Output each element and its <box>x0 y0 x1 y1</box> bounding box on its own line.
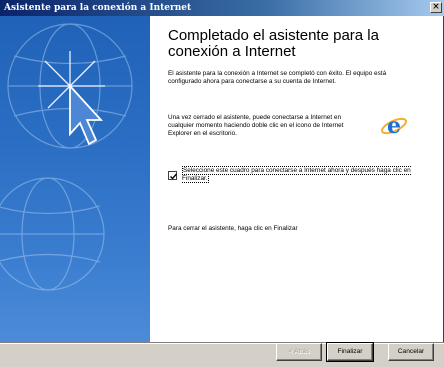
title-bar[interactable]: Asistente para la conexión a Internet × <box>0 0 444 16</box>
connect-now-option[interactable]: Seleccione este cuadro para conectarse a… <box>168 166 436 187</box>
connect-now-checkbox[interactable] <box>168 171 178 180</box>
wizard-graphic <box>0 23 133 291</box>
cursor-arrow-graphic <box>69 83 104 146</box>
connect-now-label-text[interactable]: Seleccione este cuadro para conectarse a… <box>182 166 411 183</box>
checkmark-icon <box>170 173 178 180</box>
cancel-button[interactable]: Cancelar <box>388 343 434 361</box>
svg-text:e: e <box>387 113 401 139</box>
window-title: Asistente para la conexión a Internet <box>4 3 192 13</box>
close-button[interactable]: × <box>430 2 442 13</box>
page-title: Completado el asistente para la conexión… <box>168 27 379 60</box>
internet-explorer-icon: e <box>381 113 407 139</box>
connect-now-label[interactable]: Seleccione este cuadro para conectarse a… <box>182 166 432 183</box>
separator <box>0 342 444 344</box>
wizard-window: Asistente para la conexión a Internet × <box>0 0 444 367</box>
close-instructions: Para cerrar el asistente, haga clic en F… <box>168 225 298 232</box>
completion-text: El asistente para la conexión a Internet… <box>168 70 387 85</box>
back-button[interactable]: < Atrás <box>276 343 322 361</box>
wizard-side-panel <box>0 16 150 342</box>
wizard-content: Completado el asistente para la conexión… <box>150 16 443 342</box>
finish-button[interactable]: Finalizar <box>326 342 374 362</box>
globe-graphic-bottom <box>0 177 105 291</box>
button-bar <box>0 344 444 367</box>
connect-instructions: Una vez cerrado el asistente, puede cone… <box>168 114 344 137</box>
close-icon[interactable]: × <box>432 2 440 12</box>
